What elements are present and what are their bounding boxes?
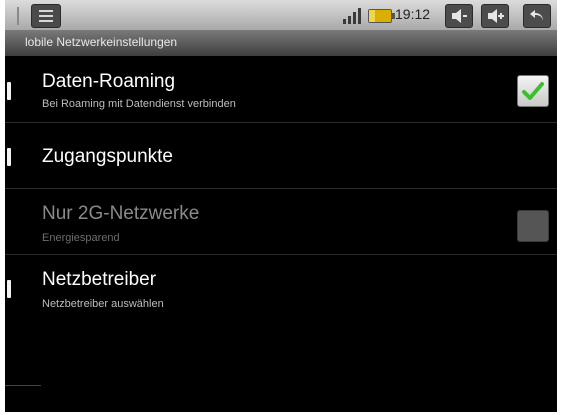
- 2g-only-checkbox[interactable]: [517, 210, 549, 242]
- data-roaming-checkbox[interactable]: [517, 75, 549, 107]
- phone-screen: 19:12 lobile Netzwerkeinstellungen Daten…: [5, 0, 557, 412]
- setting-title: Zugangspunkte: [42, 146, 173, 167]
- setting-title: Netzbetreiber: [42, 269, 157, 290]
- checkmark-icon: [522, 82, 544, 100]
- setting-title: Daten-Roaming: [42, 71, 176, 92]
- setting-subtitle: Energiesparend: [42, 232, 120, 244]
- row-indicator: [7, 280, 11, 298]
- row-indicator: [7, 148, 11, 166]
- volume-down-icon[interactable]: [445, 4, 473, 28]
- battery-icon: [368, 9, 395, 23]
- setting-subtitle: Netzbetreiber auswählen: [42, 298, 164, 310]
- setting-data-roaming[interactable]: Daten-Roaming Bei Roaming mit Datendiens…: [5, 58, 557, 123]
- status-time: 19:12: [395, 6, 431, 22]
- back-icon[interactable]: [523, 4, 551, 28]
- signal-icon: [343, 8, 363, 24]
- status-bar-grip: [17, 7, 19, 25]
- title-bar: lobile Netzwerkeinstellungen: [5, 30, 557, 56]
- setting-title: Nur 2G-Netzwerke: [42, 203, 200, 224]
- divider: [5, 385, 41, 386]
- status-bar: 19:12: [5, 0, 557, 30]
- volume-up-icon[interactable]: [481, 4, 509, 28]
- page-title: lobile Netzwerkeinstellungen: [25, 35, 178, 49]
- menu-icon[interactable]: [31, 4, 61, 28]
- row-indicator: [7, 82, 11, 100]
- setting-2g-only[interactable]: Nur 2G-Netzwerke Energiesparend: [5, 190, 557, 255]
- setting-subtitle: Bei Roaming mit Datendienst verbinden: [42, 98, 236, 110]
- setting-network-operator[interactable]: Netzbetreiber Netzbetreiber auswählen: [5, 256, 557, 320]
- setting-access-points[interactable]: Zugangspunkte: [5, 124, 557, 189]
